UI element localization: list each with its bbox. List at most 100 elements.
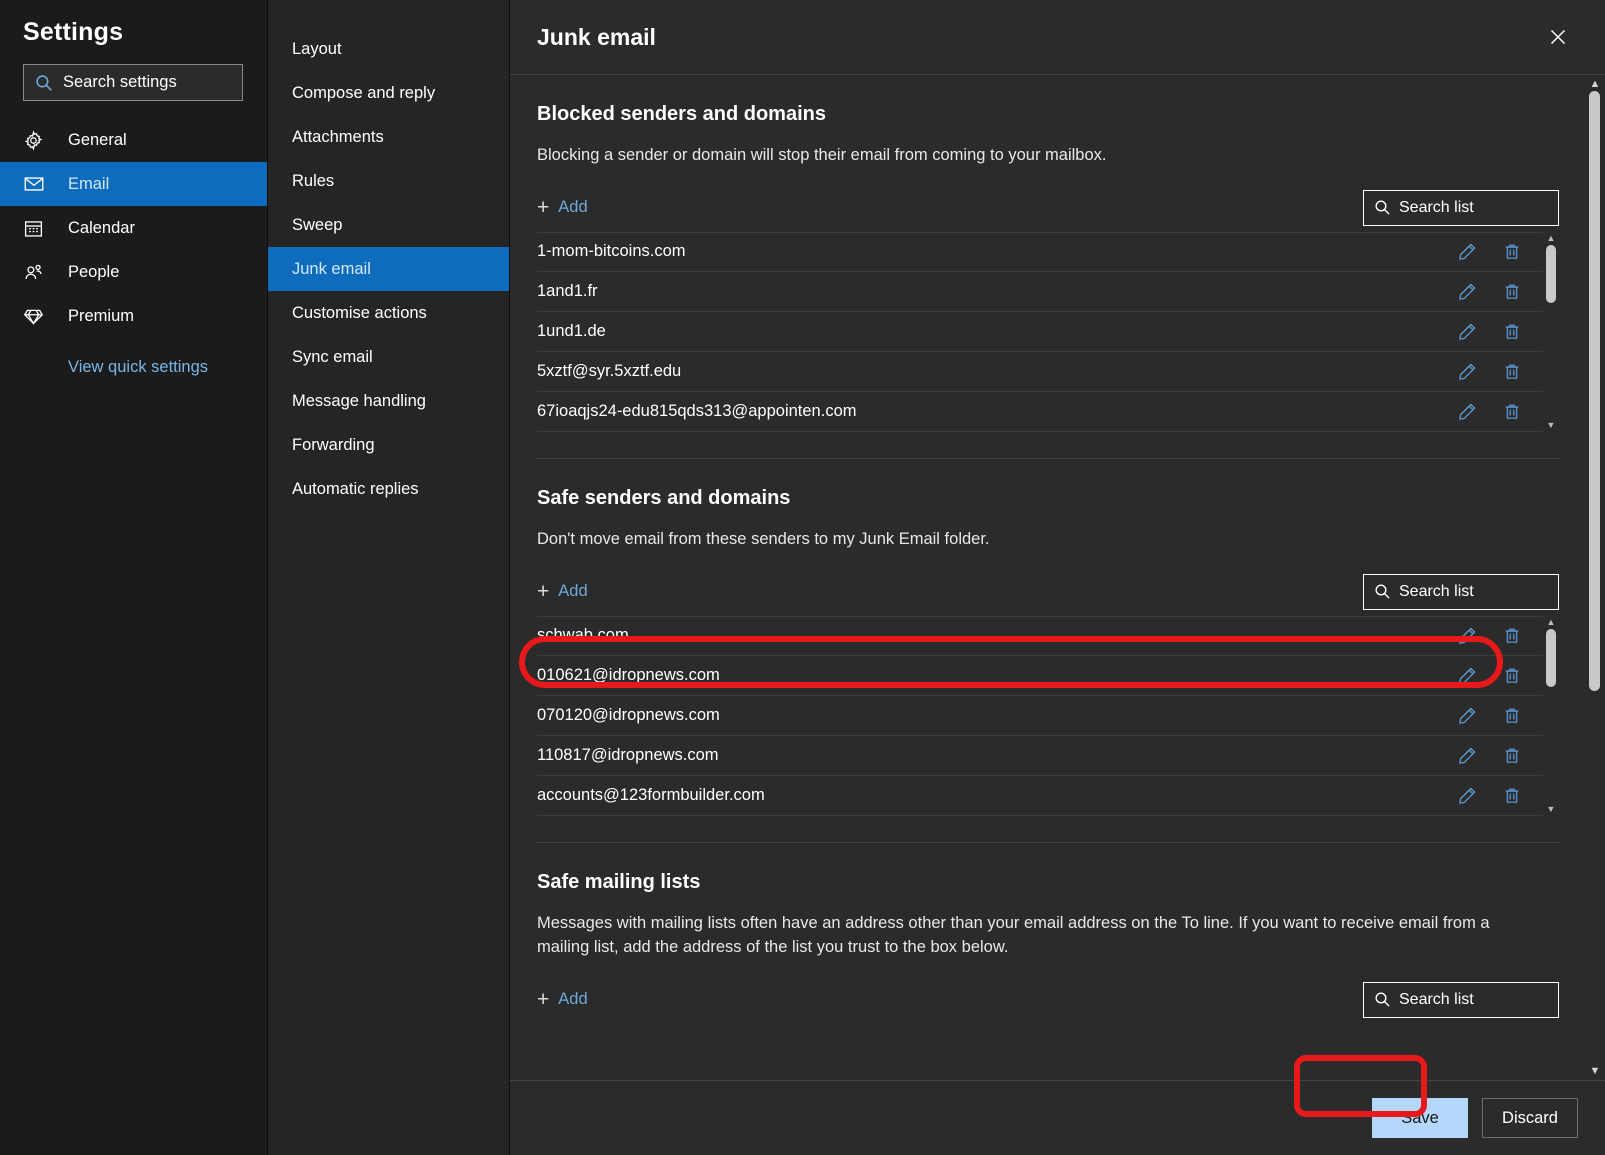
safe-senders-list-scrollbar[interactable]: ▲ ▼ [1543,616,1559,816]
blocked-list-scrollbar[interactable]: ▲ ▼ [1543,232,1559,432]
subnav-item-junk-email[interactable]: Junk email [268,247,509,291]
settings-window: Settings General [0,0,1605,1155]
trash-delete-icon[interactable] [1503,322,1521,341]
table-row[interactable]: 5xztf@syr.5xztf.edu [537,352,1543,392]
pencil-edit-icon[interactable] [1458,706,1477,725]
section-description: Messages with mailing lists often have a… [537,913,1490,956]
pencil-edit-icon[interactable] [1458,666,1477,685]
safe-senders-search-input[interactable] [1399,582,1558,601]
view-quick-settings-link[interactable]: View quick settings [0,358,267,377]
subnav-item-layout[interactable]: Layout [268,27,509,71]
sidebar-item-calendar[interactable]: Calendar [0,206,267,250]
safe-sender-entry-value: schwab.com [537,626,629,645]
pencil-edit-icon[interactable] [1458,746,1477,765]
chevron-down-icon[interactable]: ▼ [1547,804,1556,814]
subnav-item-automatic-replies[interactable]: Automatic replies [268,467,509,511]
blocked-search-field[interactable] [1363,189,1559,226]
safe-mailing-lists-add-button[interactable]: + Add [537,989,588,1010]
scrollbar-thumb[interactable] [1589,91,1600,691]
subnav-item-label: Forwarding [292,435,375,454]
blocked-entry-value: 1and1.fr [537,281,598,300]
section-description: Blocking a sender or domain will stop th… [537,146,1107,164]
subnav-item-forwarding[interactable]: Forwarding [268,423,509,467]
plus-icon: + [537,580,550,604]
scrollbar-thumb[interactable] [1546,244,1556,303]
panel-scrollbar[interactable]: ▲ ▼ [1585,75,1605,1080]
pencil-edit-icon[interactable] [1458,362,1477,381]
trash-delete-icon[interactable] [1503,282,1521,301]
safe-mailing-lists-search-input[interactable] [1399,990,1558,1009]
blocked-entry-value: 1-mom-bitcoins.com [537,242,686,261]
panel-title: Junk email [537,23,656,50]
sidebar-item-people[interactable]: People [0,250,267,294]
trash-delete-icon[interactable] [1503,626,1521,645]
discard-button[interactable]: Discard [1482,1098,1578,1138]
table-row[interactable]: 070120@idropnews.com [537,696,1543,736]
subnav-item-sync-email[interactable]: Sync email [268,335,509,379]
sidebar-item-label: General [68,130,127,149]
trash-delete-icon[interactable] [1503,746,1521,765]
scrollbar-track[interactable] [1543,243,1559,421]
sidebar-item-general[interactable]: General [0,118,267,162]
subnav-item-label: Customise actions [292,303,427,322]
chevron-down-icon[interactable]: ▼ [1547,420,1556,430]
subnav-item-message-handling[interactable]: Message handling [268,379,509,423]
close-icon[interactable] [1538,17,1578,57]
sidebar-item-label: People [68,262,120,281]
safe-sender-entry-value: accounts@123formbuilder.com [537,785,765,804]
blocked-search-input[interactable] [1399,198,1558,217]
trash-delete-icon[interactable] [1503,666,1521,685]
subnav-item-attachments[interactable]: Attachments [268,115,509,159]
chevron-up-icon[interactable]: ▲ [1590,79,1601,90]
sidebar-item-label: Email [68,174,110,193]
safe-mailing-lists-search-field[interactable] [1363,981,1559,1018]
gear-icon [23,129,50,151]
trash-delete-icon[interactable] [1503,402,1521,421]
chevron-up-icon[interactable]: ▲ [1547,233,1556,243]
table-row[interactable]: 1-mom-bitcoins.com [537,231,1543,272]
email-subnav: Layout Compose and reply Attachments Rul… [267,0,510,1155]
scrollbar-track[interactable] [1543,627,1559,805]
panel-scroll-region: Blocked senders and domains Blocking a s… [510,75,1605,1080]
table-row[interactable]: 67ioaqjs24-edu815qds313@appointen.com [537,392,1543,432]
blocked-toolbar: + Add [537,189,1559,226]
pencil-edit-icon[interactable] [1458,242,1477,261]
subnav-item-sweep[interactable]: Sweep [268,203,509,247]
chevron-up-icon[interactable]: ▲ [1547,617,1556,627]
table-row[interactable]: 110817@idropnews.com [537,736,1543,776]
table-row[interactable]: 010621@idropnews.com [537,656,1543,696]
chevron-down-icon[interactable]: ▼ [1590,1066,1601,1077]
save-button[interactable]: Save [1372,1098,1468,1138]
sidebar-item-premium[interactable]: Premium [0,294,267,338]
pencil-edit-icon[interactable] [1458,282,1477,301]
pencil-edit-icon[interactable] [1458,786,1477,805]
table-row[interactable]: 1and1.fr [537,272,1543,312]
subnav-item-compose-and-reply[interactable]: Compose and reply [268,71,509,115]
pencil-edit-icon[interactable] [1458,402,1477,421]
trash-delete-icon[interactable] [1503,786,1521,805]
subnav-item-rules[interactable]: Rules [268,159,509,203]
subnav-item-customise-actions[interactable]: Customise actions [268,291,509,335]
search-icon [1374,991,1391,1008]
subnav-item-label: Message handling [292,391,426,410]
scrollbar-track[interactable] [1585,89,1605,1066]
table-row-highlighted[interactable]: schwab.com [537,615,1543,656]
search-settings-field[interactable] [23,64,243,101]
pencil-edit-icon[interactable] [1458,322,1477,341]
safe-senders-search-field[interactable] [1363,573,1559,610]
safe-senders-list: schwab.com 010621@idropnews.com 070120@i… [537,615,1559,816]
table-row[interactable]: accounts@123formbuilder.com [537,776,1543,816]
blocked-entry-value: 1und1.de [537,321,606,340]
table-row[interactable]: 1und1.de [537,312,1543,352]
scrollbar-thumb[interactable] [1546,628,1556,687]
blocked-add-button[interactable]: + Add [537,197,588,218]
pencil-edit-icon[interactable] [1458,626,1477,645]
page-title: Settings [23,18,124,46]
trash-delete-icon[interactable] [1503,706,1521,725]
trash-delete-icon[interactable] [1503,362,1521,381]
sidebar-item-email[interactable]: Email [0,162,267,206]
trash-delete-icon[interactable] [1503,242,1521,261]
search-settings-input[interactable] [63,73,242,92]
subnav-item-label: Attachments [292,127,384,146]
safe-senders-add-button[interactable]: + Add [537,581,588,602]
